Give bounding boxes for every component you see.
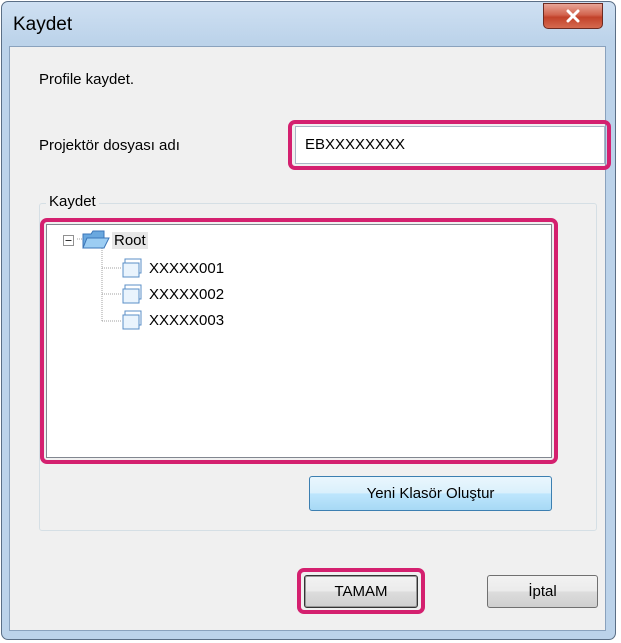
tree-highlight: [40, 218, 558, 464]
cancel-button[interactable]: İptal: [487, 575, 598, 608]
close-button[interactable]: [543, 3, 603, 29]
new-folder-button[interactable]: Yeni Klasör Oluştur: [309, 476, 552, 511]
close-icon: [566, 9, 580, 23]
file-name-label: Projektör dosyası adı: [39, 137, 180, 154]
dialog-title: Kaydet: [13, 14, 73, 35]
ok-button[interactable]: TAMAM: [304, 575, 418, 608]
groupbox-title: Kaydet: [46, 193, 99, 210]
file-name-input[interactable]: EBXXXXXXXX: [295, 126, 605, 164]
prompt-text: Profile kaydet.: [39, 71, 135, 88]
